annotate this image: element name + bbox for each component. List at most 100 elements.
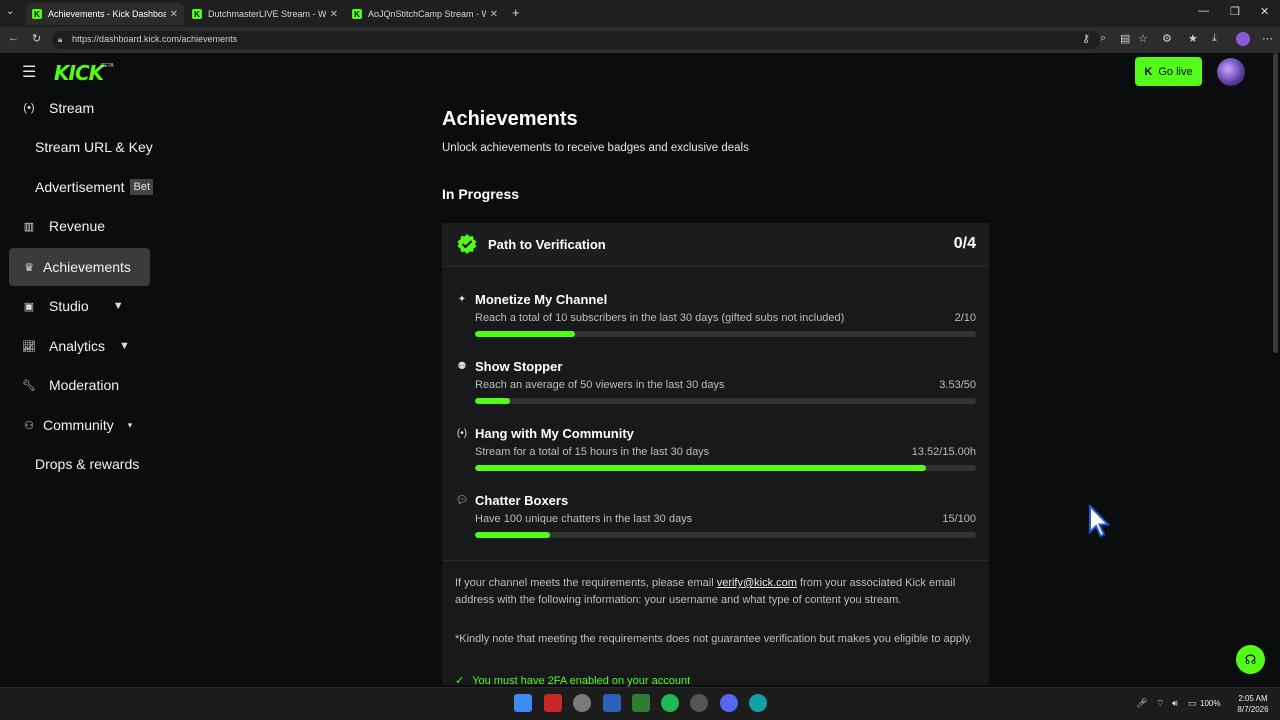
tab-dutchmaster[interactable]: K DutchmasterLIVE Stream - Wa ✕ <box>186 3 344 25</box>
progress-track <box>475 398 976 404</box>
window-close-icon[interactable]: ✕ <box>1260 5 1269 18</box>
verification-note: *Kindly note that meeting the requiremen… <box>455 633 973 645</box>
app-icon[interactable] <box>544 694 562 712</box>
achievement-desc: Reach a total of 10 subscribers in the l… <box>475 312 845 324</box>
kick-logo[interactable]: KICK <box>54 61 104 85</box>
achievement-title: Monetize My Channel <box>475 292 608 307</box>
zoom-icon[interactable]: ⌕ <box>1100 32 1106 45</box>
sidebar-item-drops-rewards[interactable]: Drops & rewards <box>35 445 139 483</box>
new-tab-icon[interactable]: + <box>512 5 520 20</box>
key-icon[interactable]: ⚷ <box>1082 32 1090 45</box>
verify-email-link[interactable]: verify@kick.com <box>717 577 797 589</box>
progress-fill <box>475 532 551 538</box>
restore-icon[interactable]: ❐ <box>1230 5 1240 18</box>
chart-icon: ▥ <box>23 220 35 233</box>
sidebar-item-label: Community <box>43 417 114 433</box>
achievement-desc: Stream for a total of 15 hours in the la… <box>475 446 710 458</box>
hamburger-menu-icon[interactable]: ☰ <box>22 62 36 82</box>
trophy-icon: ♛ <box>24 261 34 274</box>
spotify-icon[interactable] <box>661 694 679 712</box>
tab-achievements[interactable]: K Achievements - Kick Dashboard ✕ <box>26 3 184 25</box>
achievement-desc: Reach an average of 50 viewers in the la… <box>475 379 725 391</box>
achievement-value: 3.53/50 <box>939 379 976 391</box>
media-player-icon[interactable] <box>632 694 650 712</box>
achievement-desc: Have 100 unique chatters in the last 30 … <box>475 513 693 525</box>
battery-percent: 100% <box>1200 699 1221 708</box>
sidebar-item-moderation[interactable]: 🔧︎ Moderation <box>22 366 119 404</box>
achievement-title: Hang with My Community <box>475 426 634 441</box>
progress-fill <box>475 465 926 471</box>
requirement-label: You must have 2FA enabled on your accoun… <box>472 675 691 687</box>
page-title: Achievements <box>442 108 578 130</box>
favorites-bar-icon[interactable]: ★ <box>1188 32 1198 45</box>
sidebar-item-analytics[interactable]: 📈︎ Analytics ▼ <box>22 327 130 365</box>
progress-fill <box>475 331 576 337</box>
go-live-button[interactable]: K Go live <box>1135 57 1202 86</box>
wrench-icon: 🔧︎ <box>22 379 36 392</box>
discord-icon[interactable] <box>720 694 738 712</box>
reader-icon[interactable]: ▤ <box>1120 32 1130 45</box>
analytics-icon: 📈︎ <box>22 340 36 353</box>
chat-icon: 💬︎ <box>455 495 469 506</box>
requirement-item: ✓ You must have 2FA enabled on your accou… <box>455 674 690 687</box>
battery-icon[interactable]: ▭ <box>1188 698 1197 709</box>
progress-track <box>475 465 976 471</box>
achievement-value: 13.52/15.00h <box>911 446 976 458</box>
broadcast-icon: (•) <box>23 102 35 114</box>
sparkle-icon: ✦ <box>457 294 467 305</box>
clock-date[interactable]: 8/7/2026 <box>1228 705 1278 714</box>
microphone-icon[interactable]: 🎤︎ <box>1136 698 1147 709</box>
wifi-icon[interactable]: ⌔ <box>1156 698 1164 709</box>
sidebar-item-advertisement[interactable]: Advertisement Bet <box>35 168 153 206</box>
app-icon[interactable] <box>690 694 708 712</box>
sidebar-item-stream[interactable]: (•) Stream <box>22 89 94 127</box>
tab-list-icon[interactable]: ⌄ <box>6 6 14 17</box>
chevron-down-icon: ▼ <box>112 300 124 312</box>
card-progress-count: 0/4 <box>953 235 976 252</box>
windows-start-icon[interactable] <box>514 694 532 712</box>
sidebar-item-achievements[interactable]: ♛ Achievements <box>22 248 131 286</box>
extensions-icon[interactable]: ⚙ <box>1162 32 1172 45</box>
url-input[interactable]: https://dashboard.kick.com/achievements <box>52 31 1100 49</box>
logo-beta-label: BETA <box>101 63 114 69</box>
sidebar-item-label: Studio <box>49 298 89 314</box>
sidebar-item-stream-url-key[interactable]: Stream URL & Key <box>35 128 153 166</box>
refresh-icon[interactable]: ↻ <box>32 32 41 45</box>
sidebar-item-revenue[interactable]: ▥ Revenue <box>22 207 105 245</box>
chevron-down-icon: ▾ <box>127 419 133 430</box>
sidebar-item-label: Advertisement <box>35 179 125 195</box>
sidebar-item-studio[interactable]: ▣ Studio ▼ <box>22 287 124 325</box>
profile-icon[interactable] <box>1236 32 1250 46</box>
mouse-cursor-icon <box>1089 505 1111 538</box>
tab-aojqn[interactable]: K AoJQnStitchCamp Stream - Watch ✕ <box>346 3 504 25</box>
verification-instructions: If your channel meets the requirements, … <box>455 575 980 608</box>
favorite-icon[interactable]: ☆ <box>1138 32 1148 45</box>
avatar[interactable] <box>1217 58 1245 86</box>
achievement-title: Show Stopper <box>475 359 563 374</box>
download-icon[interactable]: ⤓ <box>1212 32 1217 45</box>
back-icon[interactable]: ← <box>8 32 19 44</box>
film-icon: ▣ <box>23 300 35 313</box>
card-title: Path to Verification <box>488 237 606 252</box>
help-chat-button[interactable]: ☊ <box>1236 645 1265 674</box>
close-icon[interactable]: ✕ <box>170 9 178 20</box>
go-live-label: Go live <box>1158 65 1193 78</box>
volume-icon[interactable]: 🔊︎ <box>1172 698 1178 709</box>
sidebar-item-label: Stream URL & Key <box>35 139 153 155</box>
more-icon[interactable]: ⋯ <box>1262 32 1273 45</box>
tab-label: AoJQnStitchCamp Stream - Watch <box>368 9 486 19</box>
progress-track <box>475 532 976 538</box>
settings-icon[interactable] <box>573 694 591 712</box>
achievement-value: 15/100 <box>942 513 976 525</box>
info-prefix: If your channel meets the requirements, … <box>455 577 717 589</box>
close-icon[interactable]: ✕ <box>490 9 498 20</box>
close-icon[interactable]: ✕ <box>330 9 338 20</box>
shield-icon[interactable] <box>603 694 621 712</box>
sidebar-item-community[interactable]: ⚇ Community ▾ <box>22 406 132 444</box>
edge-icon[interactable] <box>749 694 767 712</box>
tab-label: DutchmasterLIVE Stream - Wa <box>208 9 326 19</box>
clock-time[interactable]: 2:05 AM <box>1228 694 1278 703</box>
sidebar-item-label: Stream <box>49 100 95 116</box>
minimize-icon[interactable]: — <box>1198 5 1209 17</box>
page-scrollbar[interactable] <box>1273 53 1278 353</box>
